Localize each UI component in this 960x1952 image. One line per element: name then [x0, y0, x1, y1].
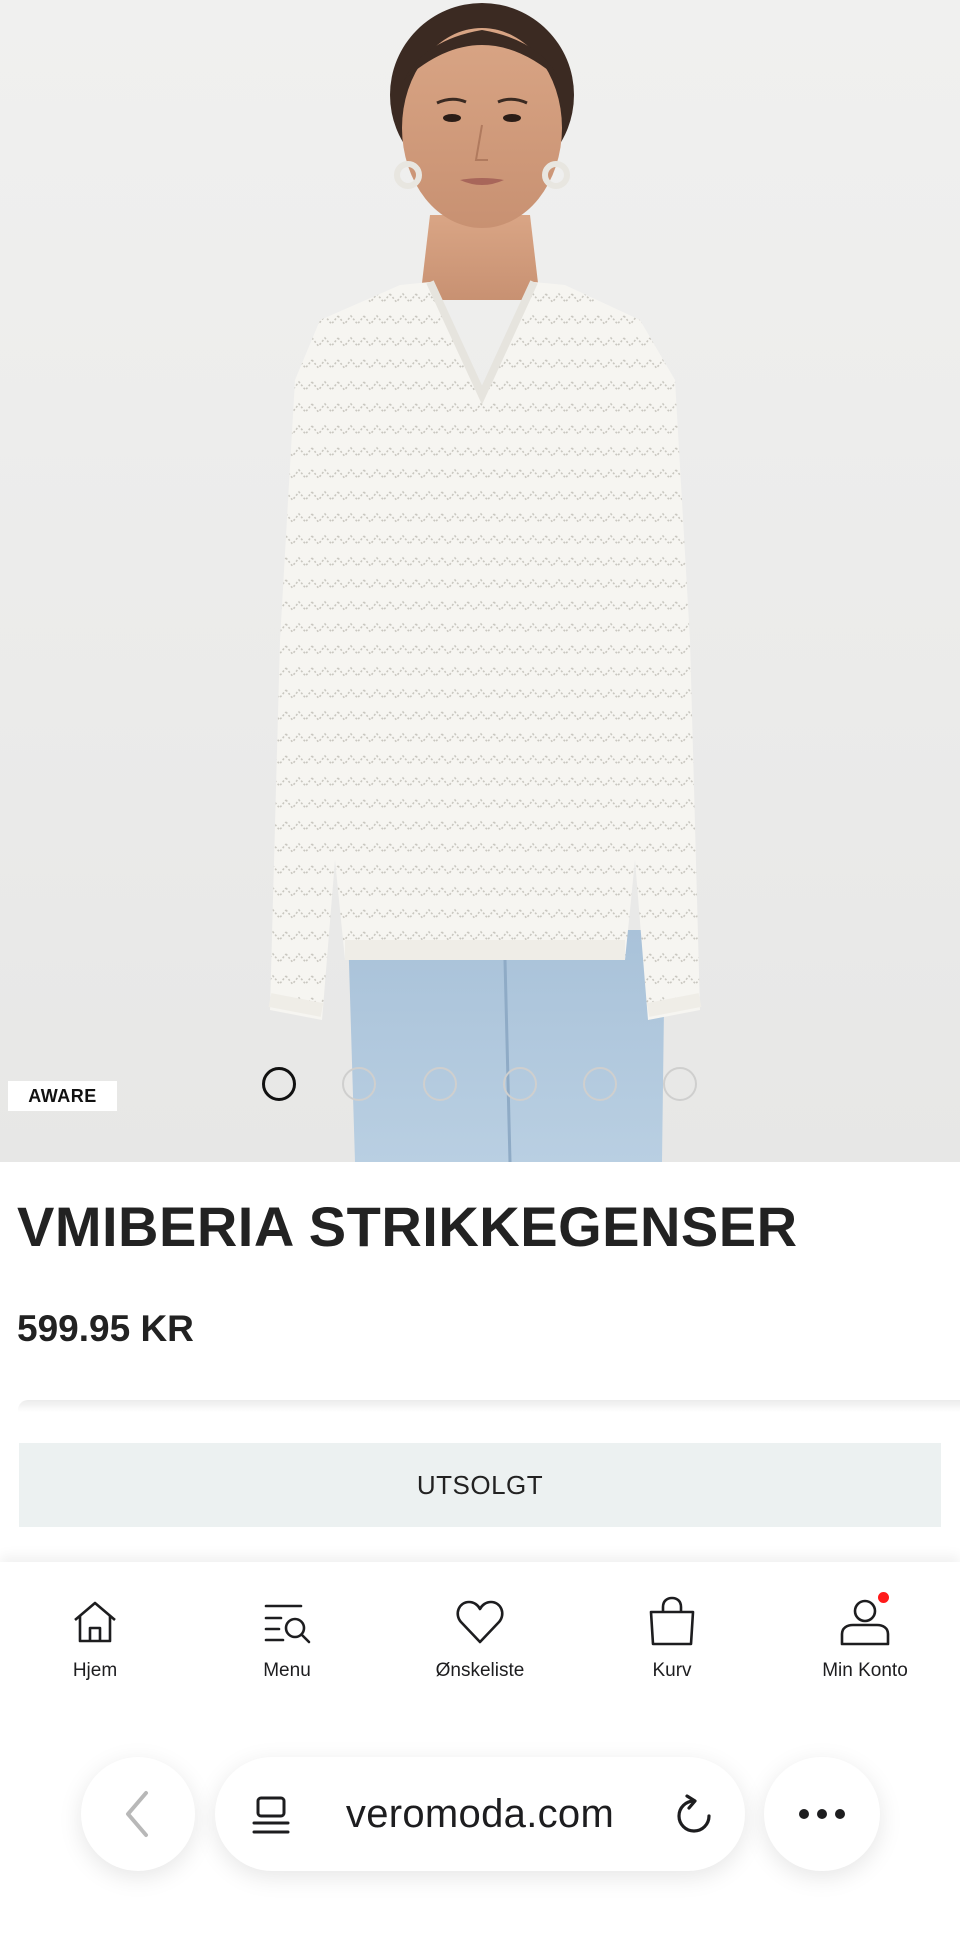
nav-item-cart[interactable]: Kurv: [592, 1594, 752, 1694]
nav-label-menu: Menu: [263, 1660, 311, 1681]
soldout-button[interactable]: UTSOLGT: [19, 1443, 941, 1527]
product-photo: [268, 3, 702, 1162]
nav-item-menu[interactable]: Menu: [207, 1594, 367, 1694]
account-icon: [837, 1590, 893, 1650]
nav-item-wishlist[interactable]: Ønskeliste: [400, 1594, 560, 1694]
product-price: 599.95 KR: [17, 1308, 194, 1349]
product-title: VMIBERIA STRIKKEGENSER: [17, 1195, 798, 1258]
notification-dot: [876, 1590, 891, 1605]
url-text: veromoda.com: [345, 1791, 615, 1836]
gallery-pagination: [0, 1067, 960, 1101]
tabs-icon: [252, 1796, 290, 1834]
nav-label-account: Min Konto: [822, 1660, 908, 1681]
address-bar[interactable]: veromoda.com: [215, 1757, 745, 1871]
bag-icon: [644, 1594, 700, 1650]
menu-search-icon: [259, 1594, 315, 1650]
nav-label-wishlist: Ønskeliste: [435, 1660, 525, 1681]
more-icon: [799, 1809, 845, 1819]
gallery-dot-2[interactable]: [342, 1067, 376, 1101]
gallery-dot-4[interactable]: [503, 1067, 537, 1101]
home-icon: [67, 1594, 123, 1650]
product-image-gallery[interactable]: AWARE: [0, 0, 960, 1162]
gallery-dot-6[interactable]: [663, 1067, 697, 1101]
browser-toolbar: veromoda.com: [0, 1740, 960, 1890]
chevron-left-icon: [126, 1791, 148, 1837]
more-button[interactable]: [764, 1757, 880, 1871]
reload-icon[interactable]: [673, 1793, 715, 1837]
nav-label-home: Hjem: [72, 1660, 118, 1681]
panel-divider: [18, 1400, 960, 1412]
nav-label-cart: Kurv: [652, 1660, 692, 1681]
gallery-dot-5[interactable]: [583, 1067, 617, 1101]
nav-item-home[interactable]: Hjem: [15, 1594, 175, 1694]
gallery-dot-3[interactable]: [423, 1067, 457, 1101]
nav-item-account[interactable]: Min Konto: [785, 1590, 945, 1694]
gallery-dot-1[interactable]: [262, 1067, 296, 1101]
back-button[interactable]: [81, 1757, 195, 1871]
heart-icon: [452, 1594, 508, 1650]
